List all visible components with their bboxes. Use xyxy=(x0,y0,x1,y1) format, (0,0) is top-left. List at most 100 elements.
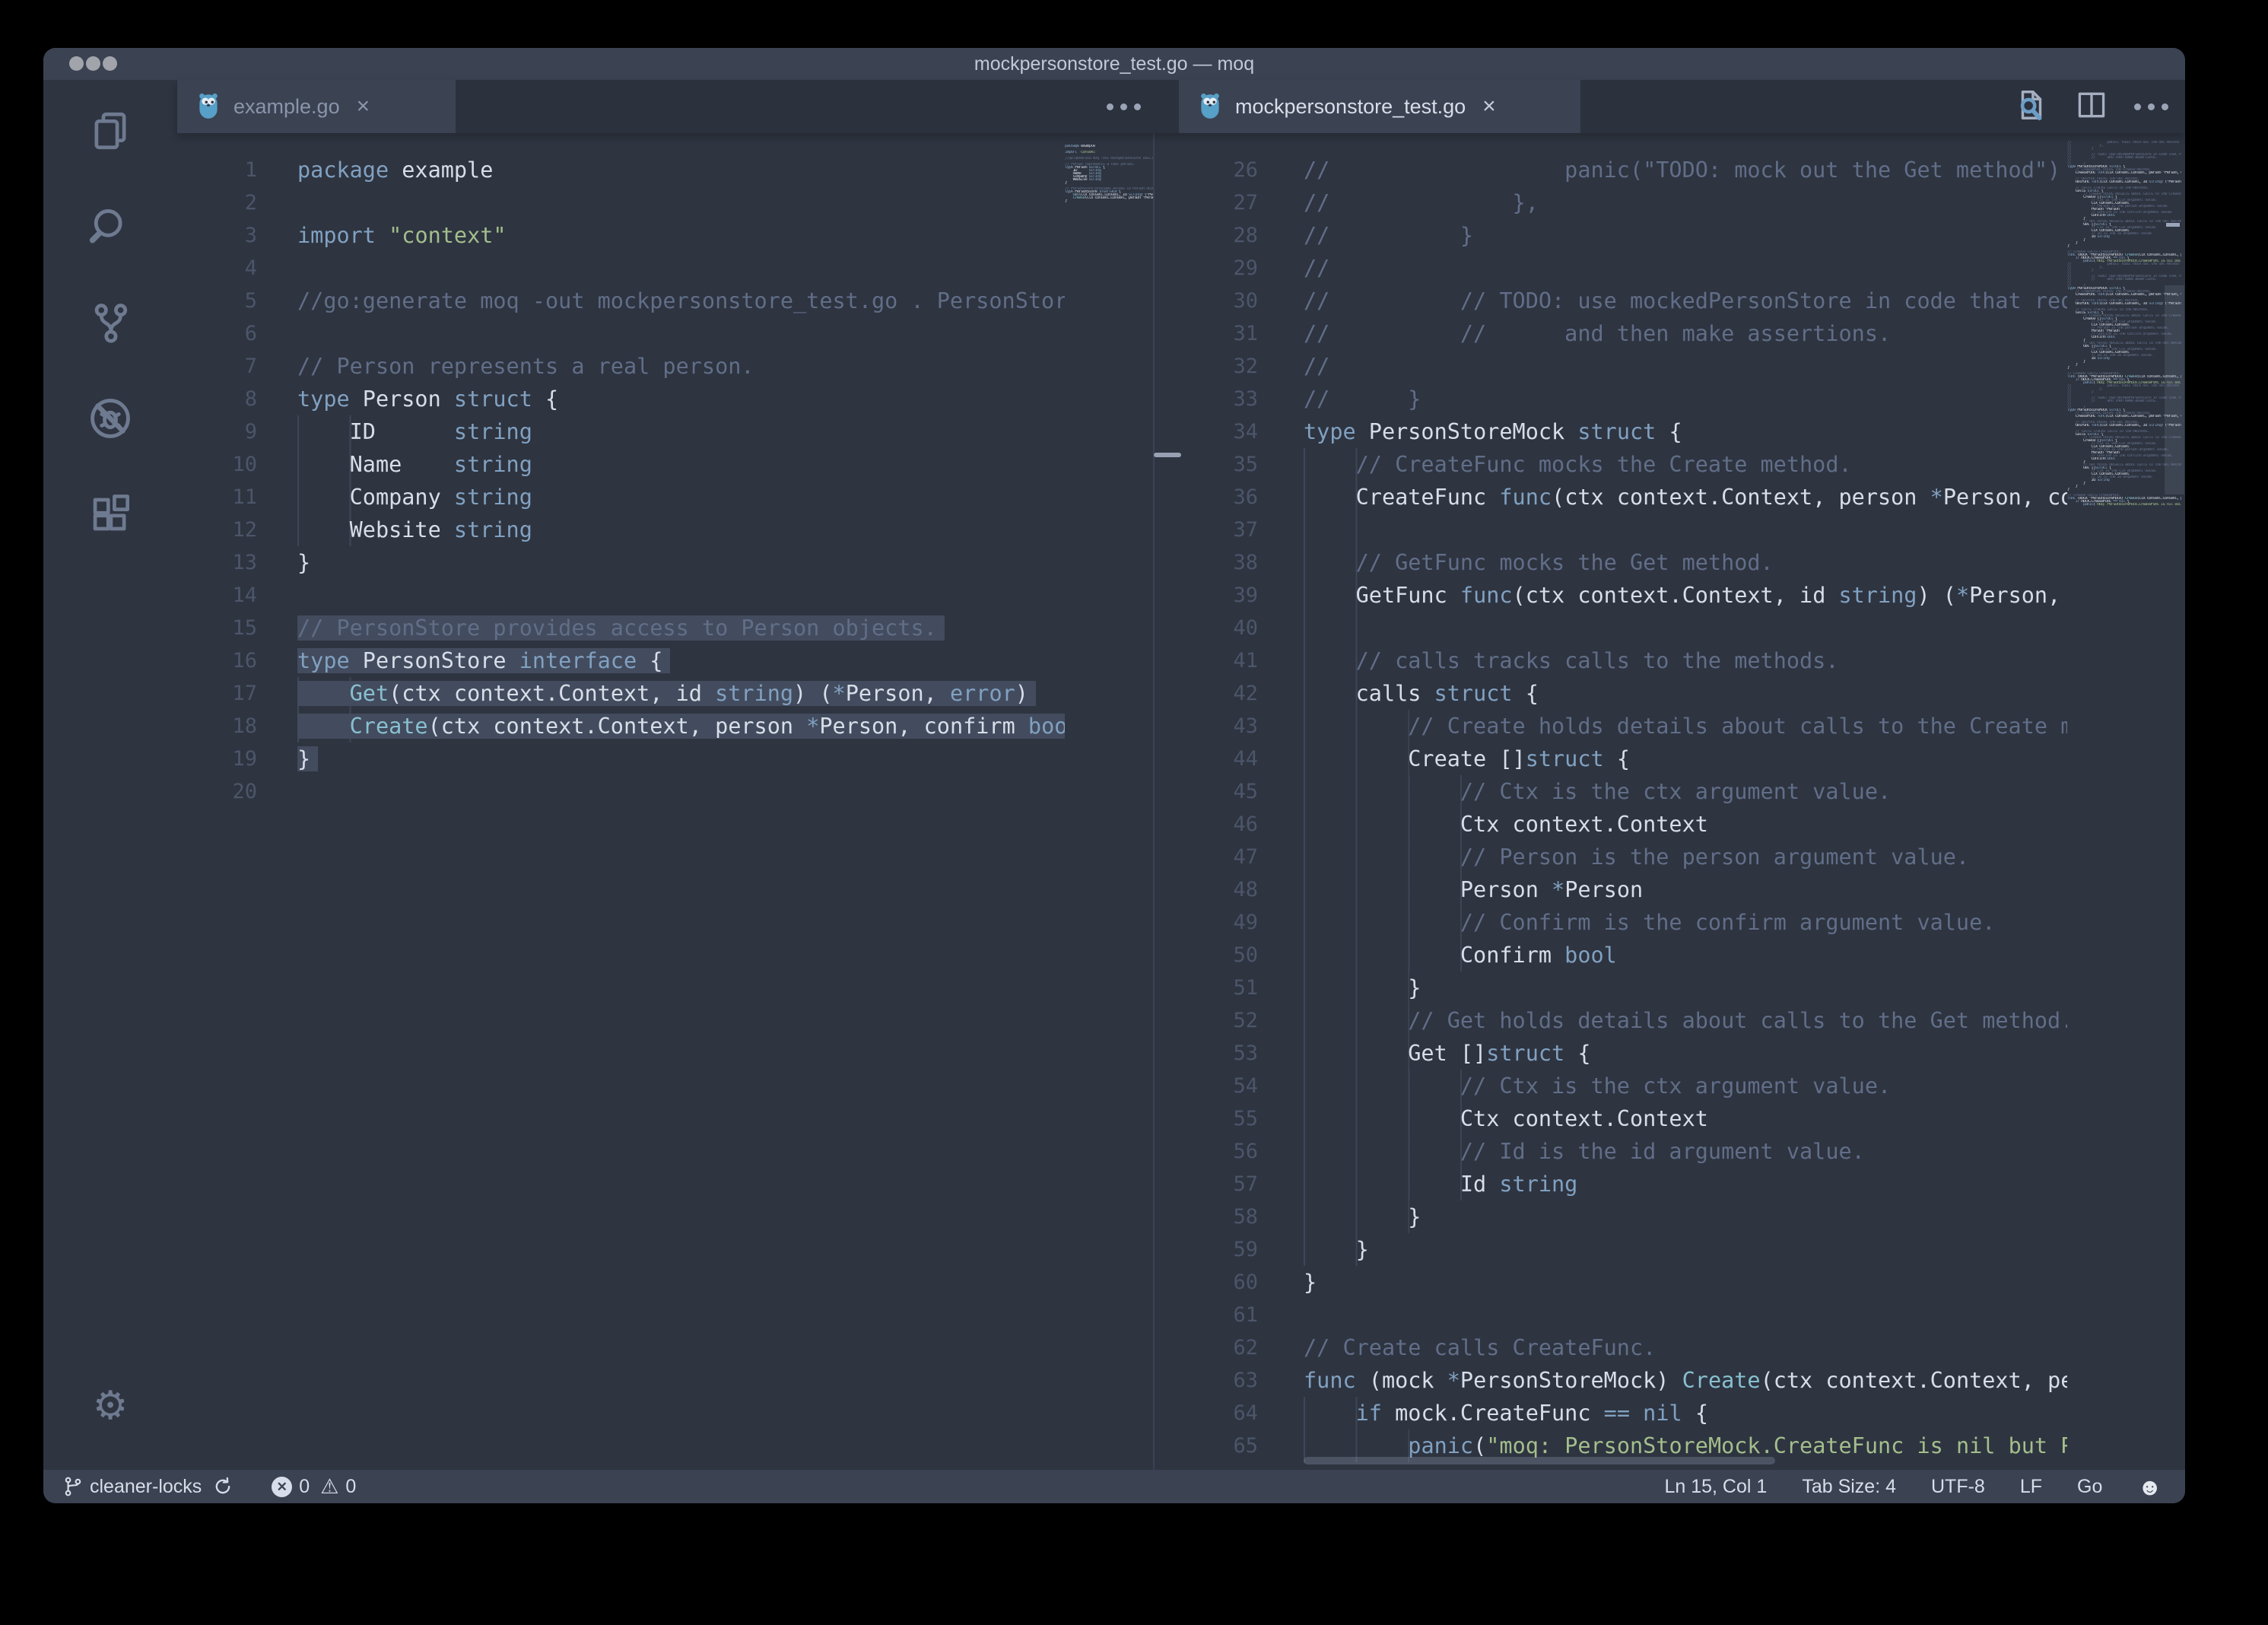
editor-pane-mockpersonstore-test-go[interactable]: 2627282930313233343536373839404142434445… xyxy=(1155,133,2185,1470)
code-line[interactable]: package example xyxy=(297,154,1065,186)
code-line[interactable]: // // and then make assertions. xyxy=(1304,317,2067,350)
code-line[interactable]: // } xyxy=(1304,383,2067,415)
code-line[interactable]: } xyxy=(297,546,1065,579)
code-line[interactable]: // }, xyxy=(1304,186,2067,219)
code-line[interactable]: // PersonStore provides access to Person… xyxy=(297,612,1065,644)
sync-changes-button[interactable] xyxy=(212,1476,233,1497)
code-line[interactable]: Person *Person xyxy=(1304,873,2067,906)
code-line[interactable]: Id string xyxy=(1304,1168,2067,1200)
explorer-icon[interactable] xyxy=(85,106,135,156)
more-actions-icon[interactable] xyxy=(2134,103,2168,110)
code-line[interactable]: if mock.CreateFunc == nil { xyxy=(1304,1397,2067,1429)
code-line[interactable]: // Person is the person argument value. xyxy=(1304,841,2067,873)
code-line[interactable]: Ctx context.Context xyxy=(1304,1102,2067,1135)
code-line[interactable]: // Create holds details about calls to t… xyxy=(1304,710,2067,743)
error-icon: ✕ xyxy=(272,1477,292,1497)
code-line[interactable]: calls struct { xyxy=(1304,677,2067,710)
settings-gear-icon[interactable]: ⚙ xyxy=(43,1386,177,1426)
code-line[interactable]: type PersonStoreMock struct { xyxy=(1304,415,2067,448)
code-line[interactable]: //go:generate moq -out mockpersonstore_t… xyxy=(297,285,1065,317)
code-line[interactable]: Create []struct { xyxy=(1304,743,2067,775)
code-line[interactable]: import "context" xyxy=(297,219,1065,252)
code-line[interactable]: } xyxy=(1304,972,2067,1004)
code-line[interactable]: // Ctx is the ctx argument value. xyxy=(1304,775,2067,808)
language-mode-status[interactable]: Go xyxy=(2077,1476,2102,1498)
feedback-smiley-icon[interactable]: ☻ xyxy=(2137,1475,2162,1499)
code-line[interactable]: // // TODO: use mockedPersonStore in cod… xyxy=(1304,285,2067,317)
code-line[interactable]: // CreateFunc mocks the Create method. xyxy=(1304,448,2067,481)
code-line[interactable] xyxy=(297,186,1065,219)
search-icon[interactable] xyxy=(85,202,135,252)
tab-example-go[interactable]: example.go × xyxy=(177,80,456,133)
eol-status[interactable]: LF xyxy=(2020,1476,2042,1498)
code-line[interactable]: type PersonStore interface { xyxy=(297,644,1065,677)
code-line[interactable]: CreateFunc func(ctx context.Context, per… xyxy=(1304,481,2067,514)
tab-size-status[interactable]: Tab Size: 4 xyxy=(1802,1476,1896,1498)
git-branch-status[interactable]: cleaner-locks xyxy=(63,1475,202,1498)
code-line[interactable] xyxy=(1304,612,2067,644)
code-line[interactable]: } xyxy=(1304,1266,2067,1299)
close-tab-icon[interactable]: × xyxy=(357,95,370,118)
code-line[interactable] xyxy=(297,579,1065,612)
source-control-icon[interactable] xyxy=(85,297,135,348)
debug-disabled-icon[interactable] xyxy=(85,393,135,444)
tab-mockpersonstore-test-go[interactable]: mockpersonstore_test.go × xyxy=(1179,80,1580,133)
code-line[interactable]: // Get holds details about calls to the … xyxy=(1304,1004,2067,1037)
horizontal-scrollbar[interactable] xyxy=(1304,1457,1775,1464)
sash-handle[interactable] xyxy=(1154,453,1181,457)
error-count: 0 xyxy=(299,1476,310,1498)
warnings-status[interactable]: ⚠ 0 xyxy=(320,1476,356,1498)
code-line[interactable] xyxy=(297,317,1065,350)
code-line[interactable]: // xyxy=(1304,252,2067,285)
warning-count: 0 xyxy=(345,1476,356,1498)
code-line[interactable]: Ctx context.Context xyxy=(1304,808,2067,841)
code-line[interactable]: Get(ctx context.Context, id string) (*Pe… xyxy=(297,677,1065,710)
code-line[interactable]: type Person struct { xyxy=(297,383,1065,415)
code-line[interactable]: // calls tracks calls to the methods. xyxy=(1304,644,2067,677)
errors-status[interactable]: ✕ 0 xyxy=(272,1476,310,1498)
cursor-position-status[interactable]: Ln 15, Col 1 xyxy=(1664,1476,1767,1498)
code-line[interactable] xyxy=(297,252,1065,285)
code-line[interactable] xyxy=(297,775,1065,808)
minimize-window-button[interactable] xyxy=(86,56,100,71)
go-gopher-icon xyxy=(195,92,221,121)
code-line[interactable]: Confirm bool xyxy=(1304,939,2067,972)
code-line[interactable]: // Person represents a real person. xyxy=(297,350,1065,383)
code-line[interactable]: // Ctx is the ctx argument value. xyxy=(1304,1070,2067,1102)
left-group-more-actions[interactable] xyxy=(1107,80,1141,133)
code-area[interactable]: package example import "context" //go:gene… xyxy=(297,154,1065,808)
code-line[interactable]: Get []struct { xyxy=(1304,1037,2067,1070)
code-line[interactable]: func (mock *PersonStoreMock) Create(ctx … xyxy=(1304,1364,2067,1397)
code-line[interactable]: ID string xyxy=(297,415,1065,448)
extensions-icon[interactable] xyxy=(85,489,135,539)
code-line[interactable]: Create(ctx context.Context, person *Pers… xyxy=(297,710,1065,743)
code-line[interactable]: } xyxy=(1304,1200,2067,1233)
vertical-scrollbar[interactable] xyxy=(2165,285,2184,494)
code-line[interactable]: // xyxy=(1304,350,2067,383)
code-line[interactable]: // Create calls CreateFunc. xyxy=(1304,1331,2067,1364)
code-line[interactable]: Name string xyxy=(297,448,1065,481)
code-line[interactable]: // } xyxy=(1304,219,2067,252)
find-in-files-icon[interactable] xyxy=(2014,87,2049,126)
close-tab-icon[interactable]: × xyxy=(1482,95,1496,118)
maximize-window-button[interactable] xyxy=(103,56,117,71)
code-line[interactable]: // GetFunc mocks the Get method. xyxy=(1304,546,2067,579)
split-editor-icon[interactable] xyxy=(2075,88,2108,126)
close-window-button[interactable] xyxy=(69,56,84,71)
code-line[interactable]: Company string xyxy=(297,481,1065,514)
code-line[interactable]: GetFunc func(ctx context.Context, id str… xyxy=(1304,579,2067,612)
code-line[interactable] xyxy=(1304,514,2067,546)
gutter[interactable]: 1234567891011121314151617181920 xyxy=(177,154,257,808)
code-line[interactable] xyxy=(1304,1299,2067,1331)
code-line[interactable]: // Confirm is the confirm argument value… xyxy=(1304,906,2067,939)
code-line[interactable]: // Id is the id argument value. xyxy=(1304,1135,2067,1168)
code-line[interactable]: // panic("TODO: mock out the Get method"… xyxy=(1304,154,2067,186)
code-line[interactable]: Website string xyxy=(297,514,1065,546)
encoding-status[interactable]: UTF-8 xyxy=(1931,1476,1985,1498)
minimap[interactable]: package exampleimport "context"//go:gene… xyxy=(1065,145,1153,1470)
editor-pane-example-go[interactable]: 1234567891011121314151617181920 package … xyxy=(177,133,1153,1470)
code-line[interactable]: } xyxy=(1304,1233,2067,1266)
code-line[interactable]: } xyxy=(297,743,1065,775)
gutter[interactable]: 2627282930313233343536373839404142434445… xyxy=(1155,154,1258,1462)
code-area[interactable]: // panic("TODO: mock out the Get method"… xyxy=(1304,154,2067,1462)
